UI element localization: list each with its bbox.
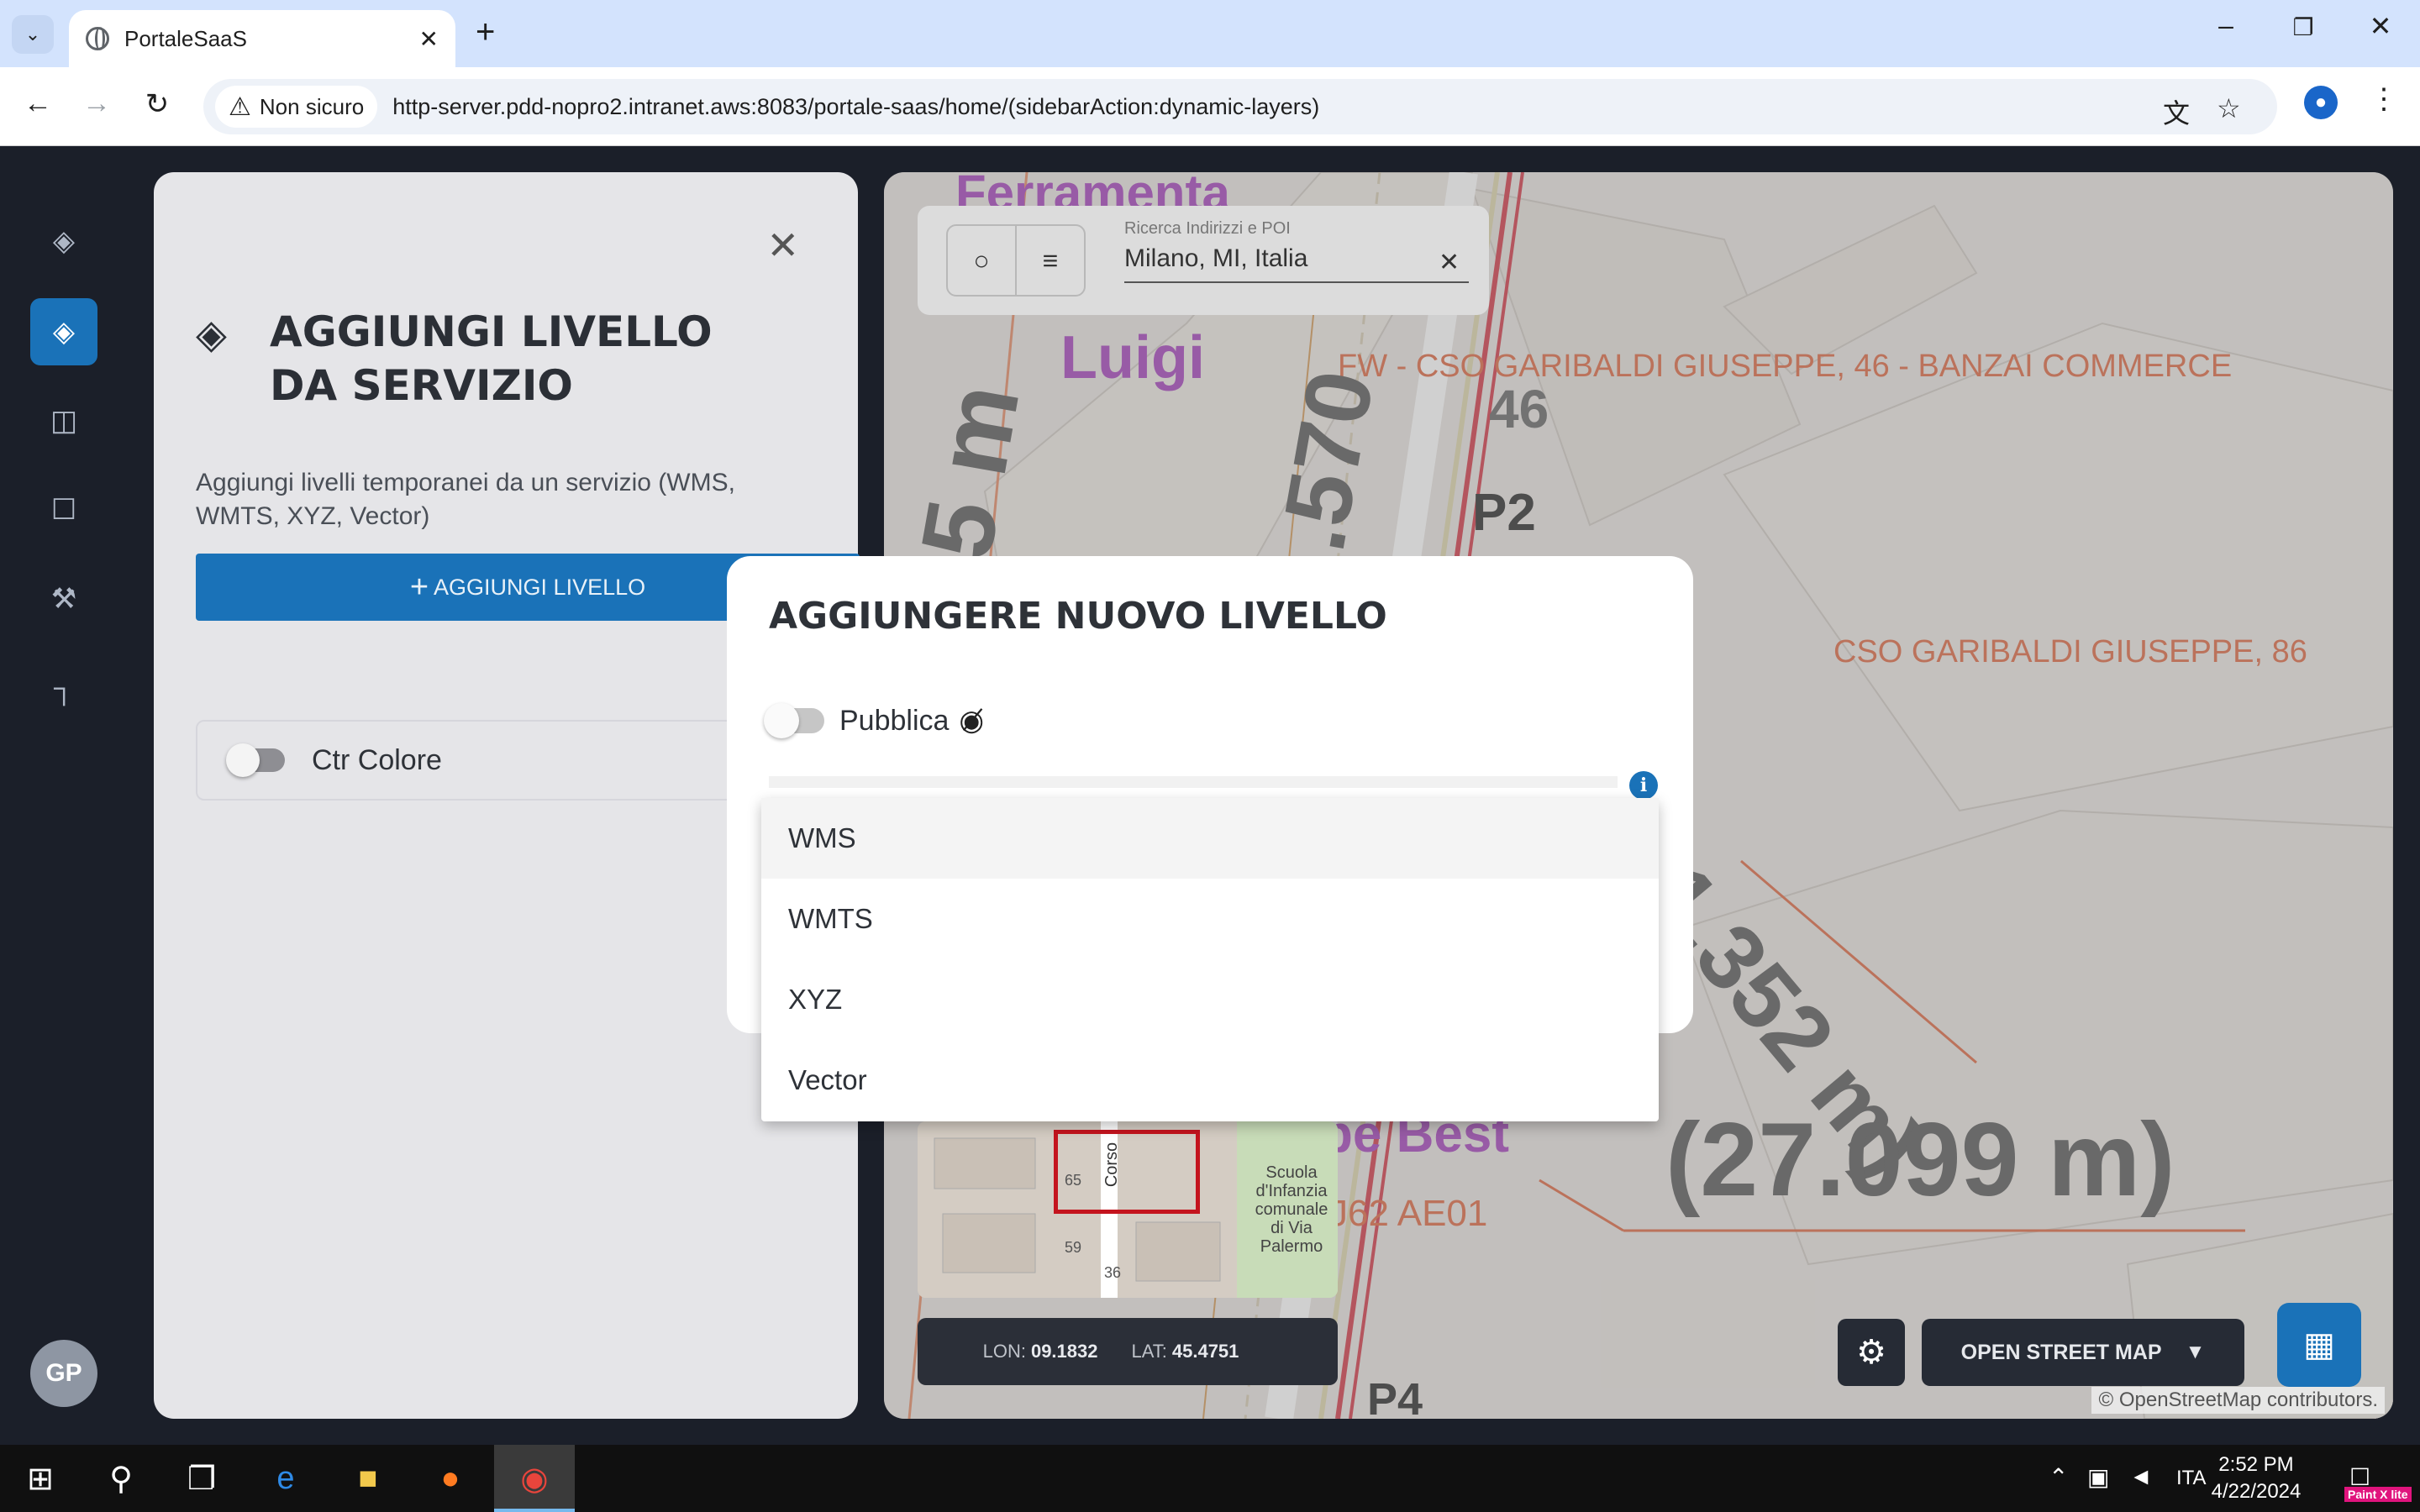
warning-icon: ⚠: [229, 92, 251, 121]
layers-icon[interactable]: ◈: [30, 207, 97, 275]
clock[interactable]: 2:52 PM 4/22/2024: [2202, 1452, 2311, 1505]
browser-tab[interactable]: PortaleSaaS ✕: [69, 10, 455, 67]
ctr-colore-label: Ctr Colore: [312, 743, 442, 776]
ctr-colore-toggle[interactable]: [226, 743, 285, 777]
service-type-dropdown: WMS WMTS XYZ Vector: [761, 798, 1659, 1121]
location-pin-icon[interactable]: ○: [948, 226, 1015, 295]
map-attribution[interactable]: © OpenStreetMap contributors.: [2091, 1387, 2385, 1414]
paintx-badge: Paint X lite: [2344, 1487, 2412, 1502]
bookmarks-icon[interactable]: ☐: [30, 476, 97, 543]
bookmark-star-icon[interactable]: ☆: [2217, 92, 2241, 124]
eye-off-icon: ◉̸: [959, 705, 985, 737]
search-clear-icon[interactable]: ✕: [1439, 248, 1460, 277]
panel-title: Aggiungi livello da servizio: [270, 307, 713, 410]
tools-off-icon[interactable]: ⚒: [30, 565, 97, 633]
gear-icon: ⚙: [1856, 1334, 1886, 1371]
minimap-label-street: Corso: [1102, 1142, 1122, 1188]
dialog-title: AGGIUNGERE NUOVO LIVELLO: [769, 595, 1387, 638]
public-toggle[interactable]: [764, 703, 824, 738]
map-toggle-button[interactable]: ▦: [2277, 1303, 2361, 1387]
tab-title: PortaleSaaS: [124, 25, 247, 51]
option-vector[interactable]: Vector: [761, 1040, 1659, 1121]
option-wms[interactable]: WMS: [761, 798, 1659, 879]
minimize-icon[interactable]: –: [2205, 10, 2247, 41]
sidebar-rail: ◈ ◈ ◫ ☐ ⚒ ┐ GP: [0, 147, 128, 1445]
panel-description: Aggiungi livelli temporanei da un serviz…: [196, 469, 735, 530]
restore-icon[interactable]: ❐: [2282, 13, 2324, 41]
security-label: Non sicuro: [259, 93, 365, 119]
caret-down-icon: ▼: [2185, 1341, 2206, 1363]
map-icon: ▦: [2303, 1326, 2335, 1363]
tab-search-chevron-icon[interactable]: ⌄: [12, 15, 54, 54]
coordinates-readout: LON: 09.1832 LAT: 45.4751: [918, 1318, 1338, 1385]
windows-taskbar: ⊞ ⚲ ❐ e ■ ● ◉ ⌃ ▣ ◄ ITA 2:52 PM 4/22/202…: [0, 1445, 2420, 1512]
profile-icon[interactable]: ●: [2304, 86, 2338, 119]
translate-icon[interactable]: 文: [2163, 92, 2190, 131]
clock-date: 4/22/2024: [2211, 1480, 2302, 1503]
browser-tab-strip: ⌄ PortaleSaaS ✕ + – ❐ ✕: [0, 0, 2420, 67]
lat-label: LAT:: [1131, 1341, 1167, 1362]
public-row: Pubblica ◉̸: [764, 703, 985, 738]
info-icon[interactable]: i: [1629, 771, 1658, 800]
minimap-label-school: Scuola d'Infanzia comunale di Via Palerm…: [1255, 1163, 1328, 1256]
minimap[interactable]: Scuola d'Infanzia comunale di Via Palerm…: [918, 1121, 1338, 1298]
tab-close-icon[interactable]: ✕: [419, 25, 439, 53]
database-icon[interactable]: ≡: [1015, 226, 1084, 295]
search-mode-buttons: ○ ≡: [946, 224, 1086, 297]
plus-icon: +: [409, 569, 429, 605]
panel-close-icon[interactable]: ✕: [766, 223, 799, 268]
layers-icon: ◈: [196, 312, 227, 357]
address-bar[interactable]: ⚠ Non sicuro http-server.pdd-nopro2.intr…: [203, 79, 2277, 134]
search-underline: [1124, 281, 1469, 283]
search-label: Ricerca Indirizzi e POI: [1124, 219, 1291, 238]
back-icon[interactable]: ←: [17, 87, 59, 120]
internet-explorer-icon[interactable]: e: [262, 1455, 309, 1502]
firefox-icon[interactable]: ●: [427, 1455, 474, 1502]
reload-icon[interactable]: ↻: [136, 87, 178, 121]
layers-add-icon[interactable]: ◈: [30, 298, 97, 365]
paint-roller-icon[interactable]: ┐: [30, 654, 97, 722]
avatar[interactable]: GP: [30, 1340, 97, 1407]
lon-value: 09.1832: [1030, 1341, 1098, 1362]
address-search-box: ○ ≡ Ricerca Indirizzi e POI Milano, MI, …: [918, 206, 1489, 315]
lat-value: 45.4751: [1171, 1341, 1239, 1362]
window-close-icon[interactable]: ✕: [2360, 10, 2402, 42]
chrome-icon[interactable]: ◉: [511, 1455, 558, 1502]
task-view-icon[interactable]: ❐: [178, 1455, 225, 1502]
file-explorer-icon[interactable]: ■: [345, 1455, 392, 1502]
minimap-label-36: 36: [1104, 1264, 1122, 1281]
basemap-label: OPEN STREET MAP: [1960, 1340, 2162, 1364]
search-icon[interactable]: ⚲: [97, 1455, 145, 1502]
browser-menu-icon[interactable]: ⋮: [2370, 82, 2398, 116]
lon-label: LON:: [982, 1341, 1026, 1362]
option-xyz[interactable]: XYZ: [761, 959, 1659, 1040]
search-input[interactable]: Milano, MI, Italia: [1124, 244, 1307, 273]
globe-icon: [86, 27, 109, 50]
service-type-field[interactable]: [769, 776, 1618, 788]
url-text[interactable]: http-server.pdd-nopro2.intranet.aws:8083…: [392, 94, 1319, 120]
new-tab-icon[interactable]: +: [476, 13, 495, 51]
public-label: Pubblica: [839, 704, 950, 737]
settings-gear-button[interactable]: ⚙: [1838, 1319, 1905, 1386]
clock-time: 2:52 PM: [2218, 1453, 2294, 1476]
tray-chevron-icon[interactable]: ⌃: [2049, 1463, 2068, 1491]
forward-icon[interactable]: →: [76, 87, 118, 120]
minimap-label-65: 65: [1065, 1172, 1082, 1189]
basemap-select[interactable]: OPEN STREET MAP ▼: [1922, 1319, 2244, 1386]
add-layer-label: AGGIUNGI LIVELLO: [434, 574, 646, 600]
option-wmts[interactable]: WMTS: [761, 879, 1659, 959]
volume-muted-icon[interactable]: ◄: [2129, 1463, 2153, 1490]
network-icon[interactable]: ▣: [2087, 1463, 2109, 1491]
layout-icon[interactable]: ◫: [30, 387, 97, 454]
security-chip[interactable]: ⚠ Non sicuro: [215, 86, 378, 128]
browser-toolbar: ← → ↻ ⚠ Non sicuro http-server.pdd-nopro…: [0, 67, 2420, 146]
minimap-label-59: 59: [1065, 1239, 1082, 1256]
windows-start-icon[interactable]: ⊞: [17, 1455, 64, 1502]
